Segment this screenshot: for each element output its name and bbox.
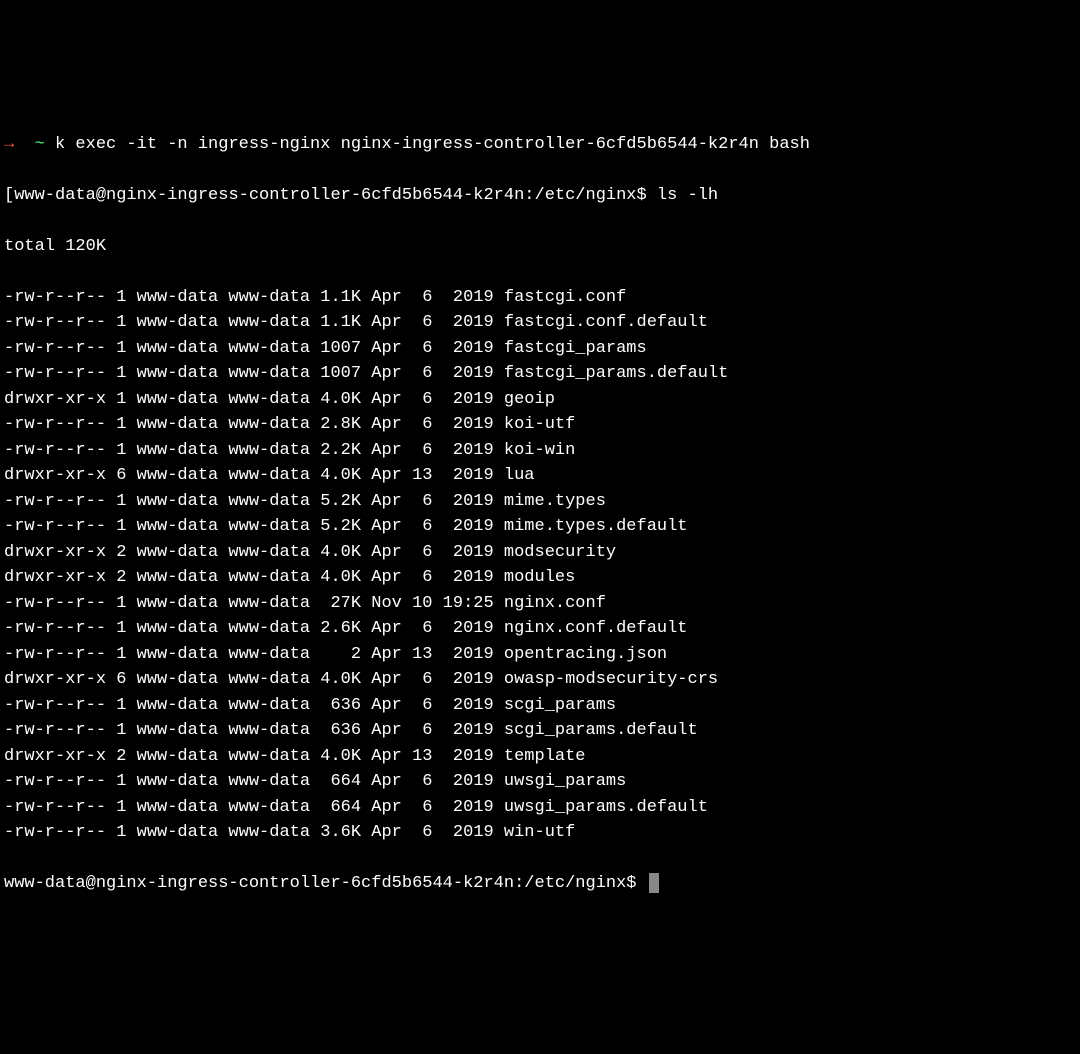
file-row: -rw-r--r-- 1 www-data www-data 2 Apr 13 … xyxy=(4,642,1076,668)
prompt-tilde: ~ xyxy=(35,135,45,154)
file-row: -rw-r--r-- 1 www-data www-data 27K Nov 1… xyxy=(4,591,1076,617)
file-row: drwxr-xr-x 6 www-data www-data 4.0K Apr … xyxy=(4,463,1076,489)
file-row: -rw-r--r-- 1 www-data www-data 1007 Apr … xyxy=(4,336,1076,362)
shell-prompt-2: www-data@nginx-ingress-controller-6cfd5b… xyxy=(14,186,647,205)
command-1-text: k exec -it -n ingress-nginx nginx-ingres… xyxy=(55,135,810,154)
file-row: -rw-r--r-- 1 www-data www-data 636 Apr 6… xyxy=(4,718,1076,744)
command-2-text: ls -lh xyxy=(657,186,718,205)
file-row: -rw-r--r-- 1 www-data www-data 2.8K Apr … xyxy=(4,412,1076,438)
command-line-2: [www-data@nginx-ingress-controller-6cfd5… xyxy=(4,183,1076,209)
file-listing: -rw-r--r-- 1 www-data www-data 1.1K Apr … xyxy=(4,285,1076,846)
total-line: total 120K xyxy=(4,234,1076,260)
shell-prompt-3: www-data@nginx-ingress-controller-6cfd5b… xyxy=(4,874,637,893)
file-row: -rw-r--r-- 1 www-data www-data 2.2K Apr … xyxy=(4,438,1076,464)
file-row: -rw-r--r-- 1 www-data www-data 2.6K Apr … xyxy=(4,616,1076,642)
file-row: -rw-r--r-- 1 www-data www-data 636 Apr 6… xyxy=(4,693,1076,719)
file-row: -rw-r--r-- 1 www-data www-data 5.2K Apr … xyxy=(4,489,1076,515)
file-row: -rw-r--r-- 1 www-data www-data 664 Apr 6… xyxy=(4,795,1076,821)
file-row: -rw-r--r-- 1 www-data www-data 3.6K Apr … xyxy=(4,820,1076,846)
file-row: -rw-r--r-- 1 www-data www-data 1.1K Apr … xyxy=(4,285,1076,311)
file-row: -rw-r--r-- 1 www-data www-data 1007 Apr … xyxy=(4,361,1076,387)
file-row: drwxr-xr-x 1 www-data www-data 4.0K Apr … xyxy=(4,387,1076,413)
prompt-bracket: [ xyxy=(4,186,14,205)
prompt-arrow-icon: → xyxy=(4,135,14,154)
command-line-1: → ~ k exec -it -n ingress-nginx nginx-in… xyxy=(4,132,1076,158)
file-row: -rw-r--r-- 1 www-data www-data 1.1K Apr … xyxy=(4,310,1076,336)
file-row: drwxr-xr-x 2 www-data www-data 4.0K Apr … xyxy=(4,540,1076,566)
command-line-3[interactable]: www-data@nginx-ingress-controller-6cfd5b… xyxy=(4,871,1076,897)
file-row: drwxr-xr-x 2 www-data www-data 4.0K Apr … xyxy=(4,744,1076,770)
file-row: -rw-r--r-- 1 www-data www-data 664 Apr 6… xyxy=(4,769,1076,795)
terminal-window[interactable]: → ~ k exec -it -n ingress-nginx nginx-in… xyxy=(4,106,1076,922)
file-row: -rw-r--r-- 1 www-data www-data 5.2K Apr … xyxy=(4,514,1076,540)
file-row: drwxr-xr-x 2 www-data www-data 4.0K Apr … xyxy=(4,565,1076,591)
cursor-icon xyxy=(649,873,659,893)
